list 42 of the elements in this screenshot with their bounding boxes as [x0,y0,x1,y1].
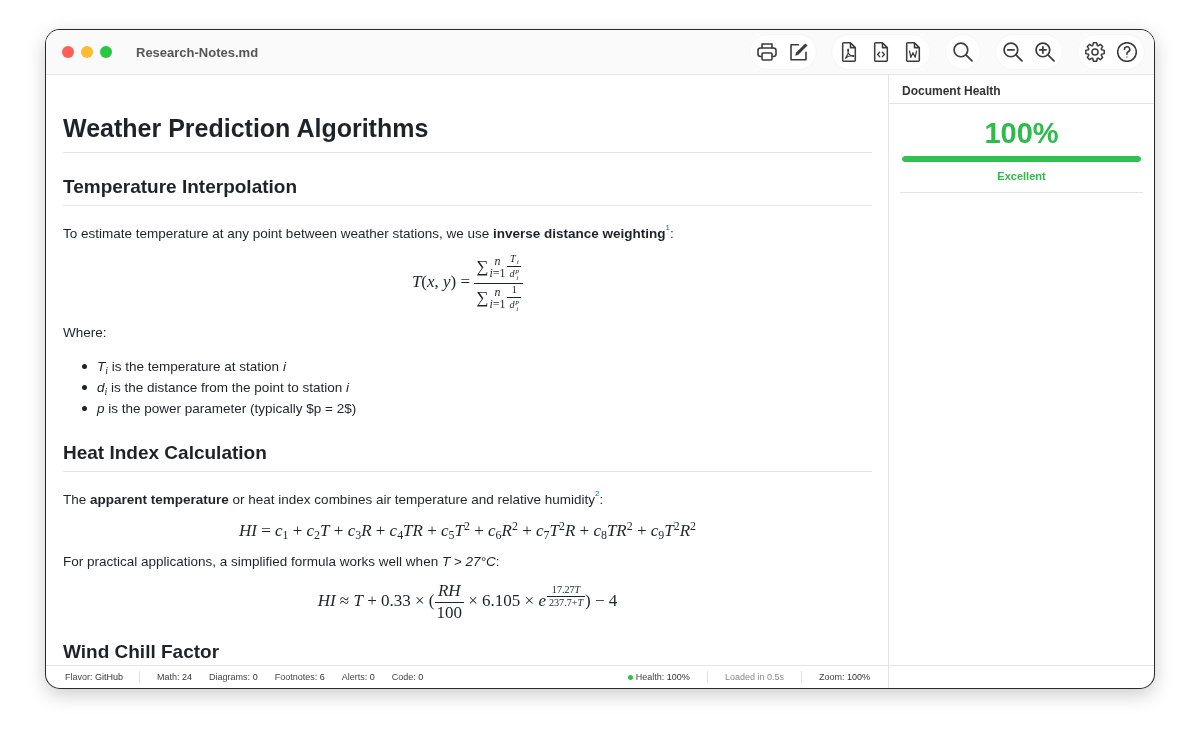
pencil-square-icon [789,42,809,62]
word-document-icon [903,42,923,62]
load-time: Loaded in 0.5s [724,671,784,683]
status-item: Zoom: 100% [818,671,870,683]
list-item: T$_{i}$ is the temperature at station i [97,357,286,377]
help-icon [1117,42,1137,62]
settings-icon [1085,42,1105,62]
list-item: d$_{i}$ is the distance from the point to station i [97,378,349,398]
footnote-link[interactable]: 1 [665,223,670,232]
zoom-in-icon [1035,42,1055,62]
list-item: p is the power parameter (typically $p = 2$) [97,399,357,418]
code-document-icon [871,42,891,62]
status-dot-icon [627,674,633,680]
pdf-document-icon [839,42,859,62]
paragraph: The apparent temperature or heat index combines air temperature and relative humidity$^{2}$: [63,489,605,509]
bullet-icon [82,363,87,369]
search-icon [953,42,973,62]
bullet-icon [82,384,87,390]
document-title: Weather Prediction Algorithms [63,112,872,153]
paragraph: For practical applications, a simplified formula works well when T > 27°C: [63,552,501,571]
paragraph: Where: [63,323,108,342]
health-rating: Excellent [997,170,1046,183]
bullet-icon [82,405,87,411]
section-heading: Temperature Interpolation [63,174,872,206]
status-item: Math: 24 [157,671,193,683]
status-item: Diagrams: 0 [209,671,258,683]
section-heading: Heat Index Calculation [63,439,872,472]
window-title: Research-Notes.md [136,44,259,60]
zoom-out-icon [1003,42,1023,62]
status-item: Alerts: 0 [341,671,375,683]
health-score: 100% [984,116,1059,150]
status-item: Health: 100% [635,671,690,683]
status-item: Flavor: GitHub [65,671,141,683]
printer-icon [757,42,777,62]
status-item: Footnotes: 6 [274,671,325,683]
math-formula: HI = c$_{1}$ + c$_{2}$T + c$_{3}$R + c$_{4}$TR + c$_{5}$T$^{2}$ + c$_{6}$R$^{2}$ + c$_{7}$T$^{2}$R + c$_{8}$TR$^{2}$ + c$_{9}$T$^{2}$R$^{2}$ [238,519,697,542]
panel-title: Document Health [902,84,1002,98]
paragraph: To estimate temperature at any point between weather stations, we use inverse distance weighting$^{1}$: [63,224,675,243]
close-button[interactable] [62,46,74,58]
section-heading: Wind Chill Factor [63,639,872,665]
status-item: Code: 0 [391,671,424,683]
footnote-link[interactable]: 2 [595,488,600,498]
